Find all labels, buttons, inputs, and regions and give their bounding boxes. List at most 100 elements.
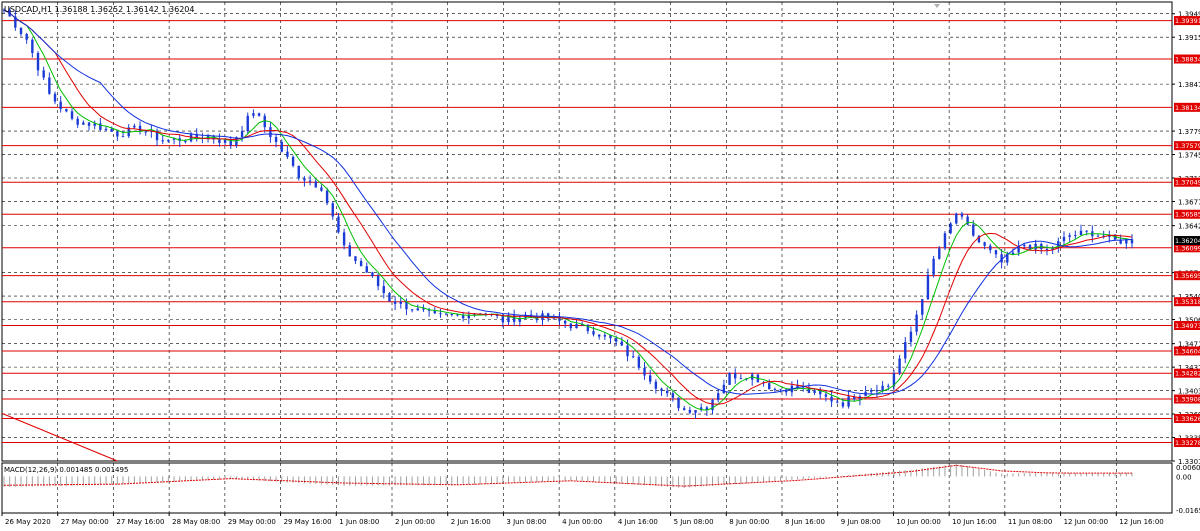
- price-bar-body: [416, 308, 419, 311]
- price-bar-body: [297, 165, 300, 179]
- price-bar-body: [836, 401, 839, 403]
- price-bar-body: [875, 389, 879, 392]
- time-tick-label: 8 Jun 16:00: [785, 518, 825, 526]
- level-price-label: 1.37049: [1175, 179, 1200, 187]
- price-bar-body: [938, 248, 941, 259]
- time-tick-label: 2 Jun 00:00: [395, 518, 435, 526]
- price-bar-body: [246, 115, 249, 132]
- price-bar-body: [949, 223, 952, 234]
- price-bar-body: [921, 299, 924, 315]
- price-bar-body: [444, 313, 448, 315]
- price-tick-label: 1.36420: [1178, 223, 1200, 231]
- price-bar-body: [184, 140, 187, 142]
- price-bar-body: [303, 178, 306, 181]
- time-tick-label: 27 May 16:00: [116, 518, 164, 526]
- price-bar-body: [1045, 248, 1049, 250]
- price-tick-label: 1.36770: [1178, 198, 1200, 206]
- price-bar-body: [167, 139, 170, 142]
- price-bar-body: [643, 367, 646, 376]
- price-bar-body: [569, 323, 573, 329]
- price-bar-body: [1023, 244, 1026, 247]
- price-bar-body: [161, 140, 164, 142]
- price-bar-body: [717, 393, 720, 400]
- price-bar-body: [405, 301, 408, 310]
- time-tick-label: 26 May 2020: [5, 518, 51, 526]
- price-bar-body: [994, 250, 998, 255]
- level-price-label: 1.34282: [1175, 370, 1200, 378]
- price-bar-body: [631, 356, 635, 358]
- price-bar-body: [671, 393, 675, 398]
- price-bar-body: [218, 139, 221, 143]
- level-price-label: 1.34604: [1175, 347, 1200, 355]
- price-bar-body: [82, 122, 85, 125]
- price-bar-body: [70, 111, 74, 119]
- chart-canvas[interactable]: 1.394901.391501.384701.377901.374501.371…: [0, 0, 1200, 527]
- price-bar-body: [376, 275, 380, 287]
- price-bar-body: [53, 93, 57, 102]
- price-bar-body: [841, 402, 845, 407]
- price-tick-label: 1.34030: [1178, 388, 1200, 396]
- price-bar-body: [269, 127, 272, 138]
- level-price-label: 1.33626: [1175, 415, 1200, 423]
- price-bar-body: [501, 315, 505, 323]
- price-bar-body: [144, 131, 147, 133]
- price-bar-body: [286, 151, 289, 157]
- price-bar-body: [932, 258, 935, 275]
- price-bar-body: [620, 341, 624, 346]
- price-bar-body: [31, 39, 34, 54]
- price-bar-body: [1068, 235, 1071, 237]
- price-bar-body: [898, 358, 901, 374]
- price-bar-body: [337, 216, 340, 233]
- price-bar-body: [768, 383, 771, 390]
- level-price-label: 1.33278: [1175, 439, 1200, 447]
- price-bar-body: [252, 113, 255, 116]
- level-price-label: 1.35695: [1175, 272, 1200, 280]
- price-bar-body: [116, 131, 119, 137]
- time-tick-label: 4 Jun 00:00: [562, 518, 602, 526]
- price-bar-body: [1074, 235, 1077, 237]
- price-bar-body: [410, 309, 414, 311]
- price-bar-body: [637, 356, 641, 368]
- level-price-label: 1.36585: [1175, 211, 1200, 219]
- price-bar-body: [1011, 252, 1015, 255]
- macd-tick-label: 0.00: [1176, 473, 1192, 481]
- price-bar-body: [773, 389, 777, 391]
- price-bar-body: [960, 213, 964, 217]
- price-bar-body: [870, 389, 873, 392]
- price-bar-body: [694, 410, 697, 413]
- time-tick-label: 29 May 16:00: [284, 518, 332, 526]
- price-bar-body: [909, 331, 913, 343]
- macd-tick-label: -0.016558: [1176, 507, 1200, 515]
- price-bar-body: [359, 261, 363, 267]
- forex-chart-window: 1.394901.391501.384701.377901.374501.371…: [0, 0, 1200, 527]
- level-price-label: 1.36099: [1175, 244, 1200, 252]
- level-price-label: 1.34973: [1175, 322, 1200, 330]
- time-tick-label: 5 Jun 08:00: [674, 518, 714, 526]
- price-bar-body: [331, 203, 334, 217]
- price-bar-body: [348, 245, 351, 257]
- price-bar-body: [660, 388, 663, 391]
- price-bar-body: [1034, 243, 1037, 250]
- price-bar-body: [65, 109, 68, 112]
- price-bar-body: [382, 286, 385, 294]
- price-bar-body: [603, 335, 607, 337]
- time-tick-label: 29 May 00:00: [228, 518, 276, 526]
- price-bar-body: [59, 101, 62, 110]
- level-price-label: 1.37579: [1175, 142, 1200, 150]
- price-tick-label: 1.39150: [1178, 34, 1200, 42]
- price-bar-body: [989, 245, 992, 251]
- current-price-label: 1.36204: [1175, 237, 1200, 245]
- price-bar-body: [280, 141, 283, 152]
- price-bar-body: [263, 115, 266, 128]
- price-bar-body: [887, 385, 890, 387]
- price-bar-body: [308, 180, 312, 182]
- price-bar-body: [19, 27, 23, 34]
- time-tick-label: 9 Jun 08:00: [841, 518, 881, 526]
- price-bar-body: [371, 272, 374, 276]
- time-tick-label: 12 Jun 16:00: [1119, 518, 1163, 526]
- chart-background: [0, 0, 1200, 527]
- price-bar-body: [926, 274, 930, 300]
- price-bar-body: [677, 397, 680, 409]
- price-bar-body: [575, 323, 578, 329]
- time-tick-label: 12 Jun 00:00: [1064, 518, 1108, 526]
